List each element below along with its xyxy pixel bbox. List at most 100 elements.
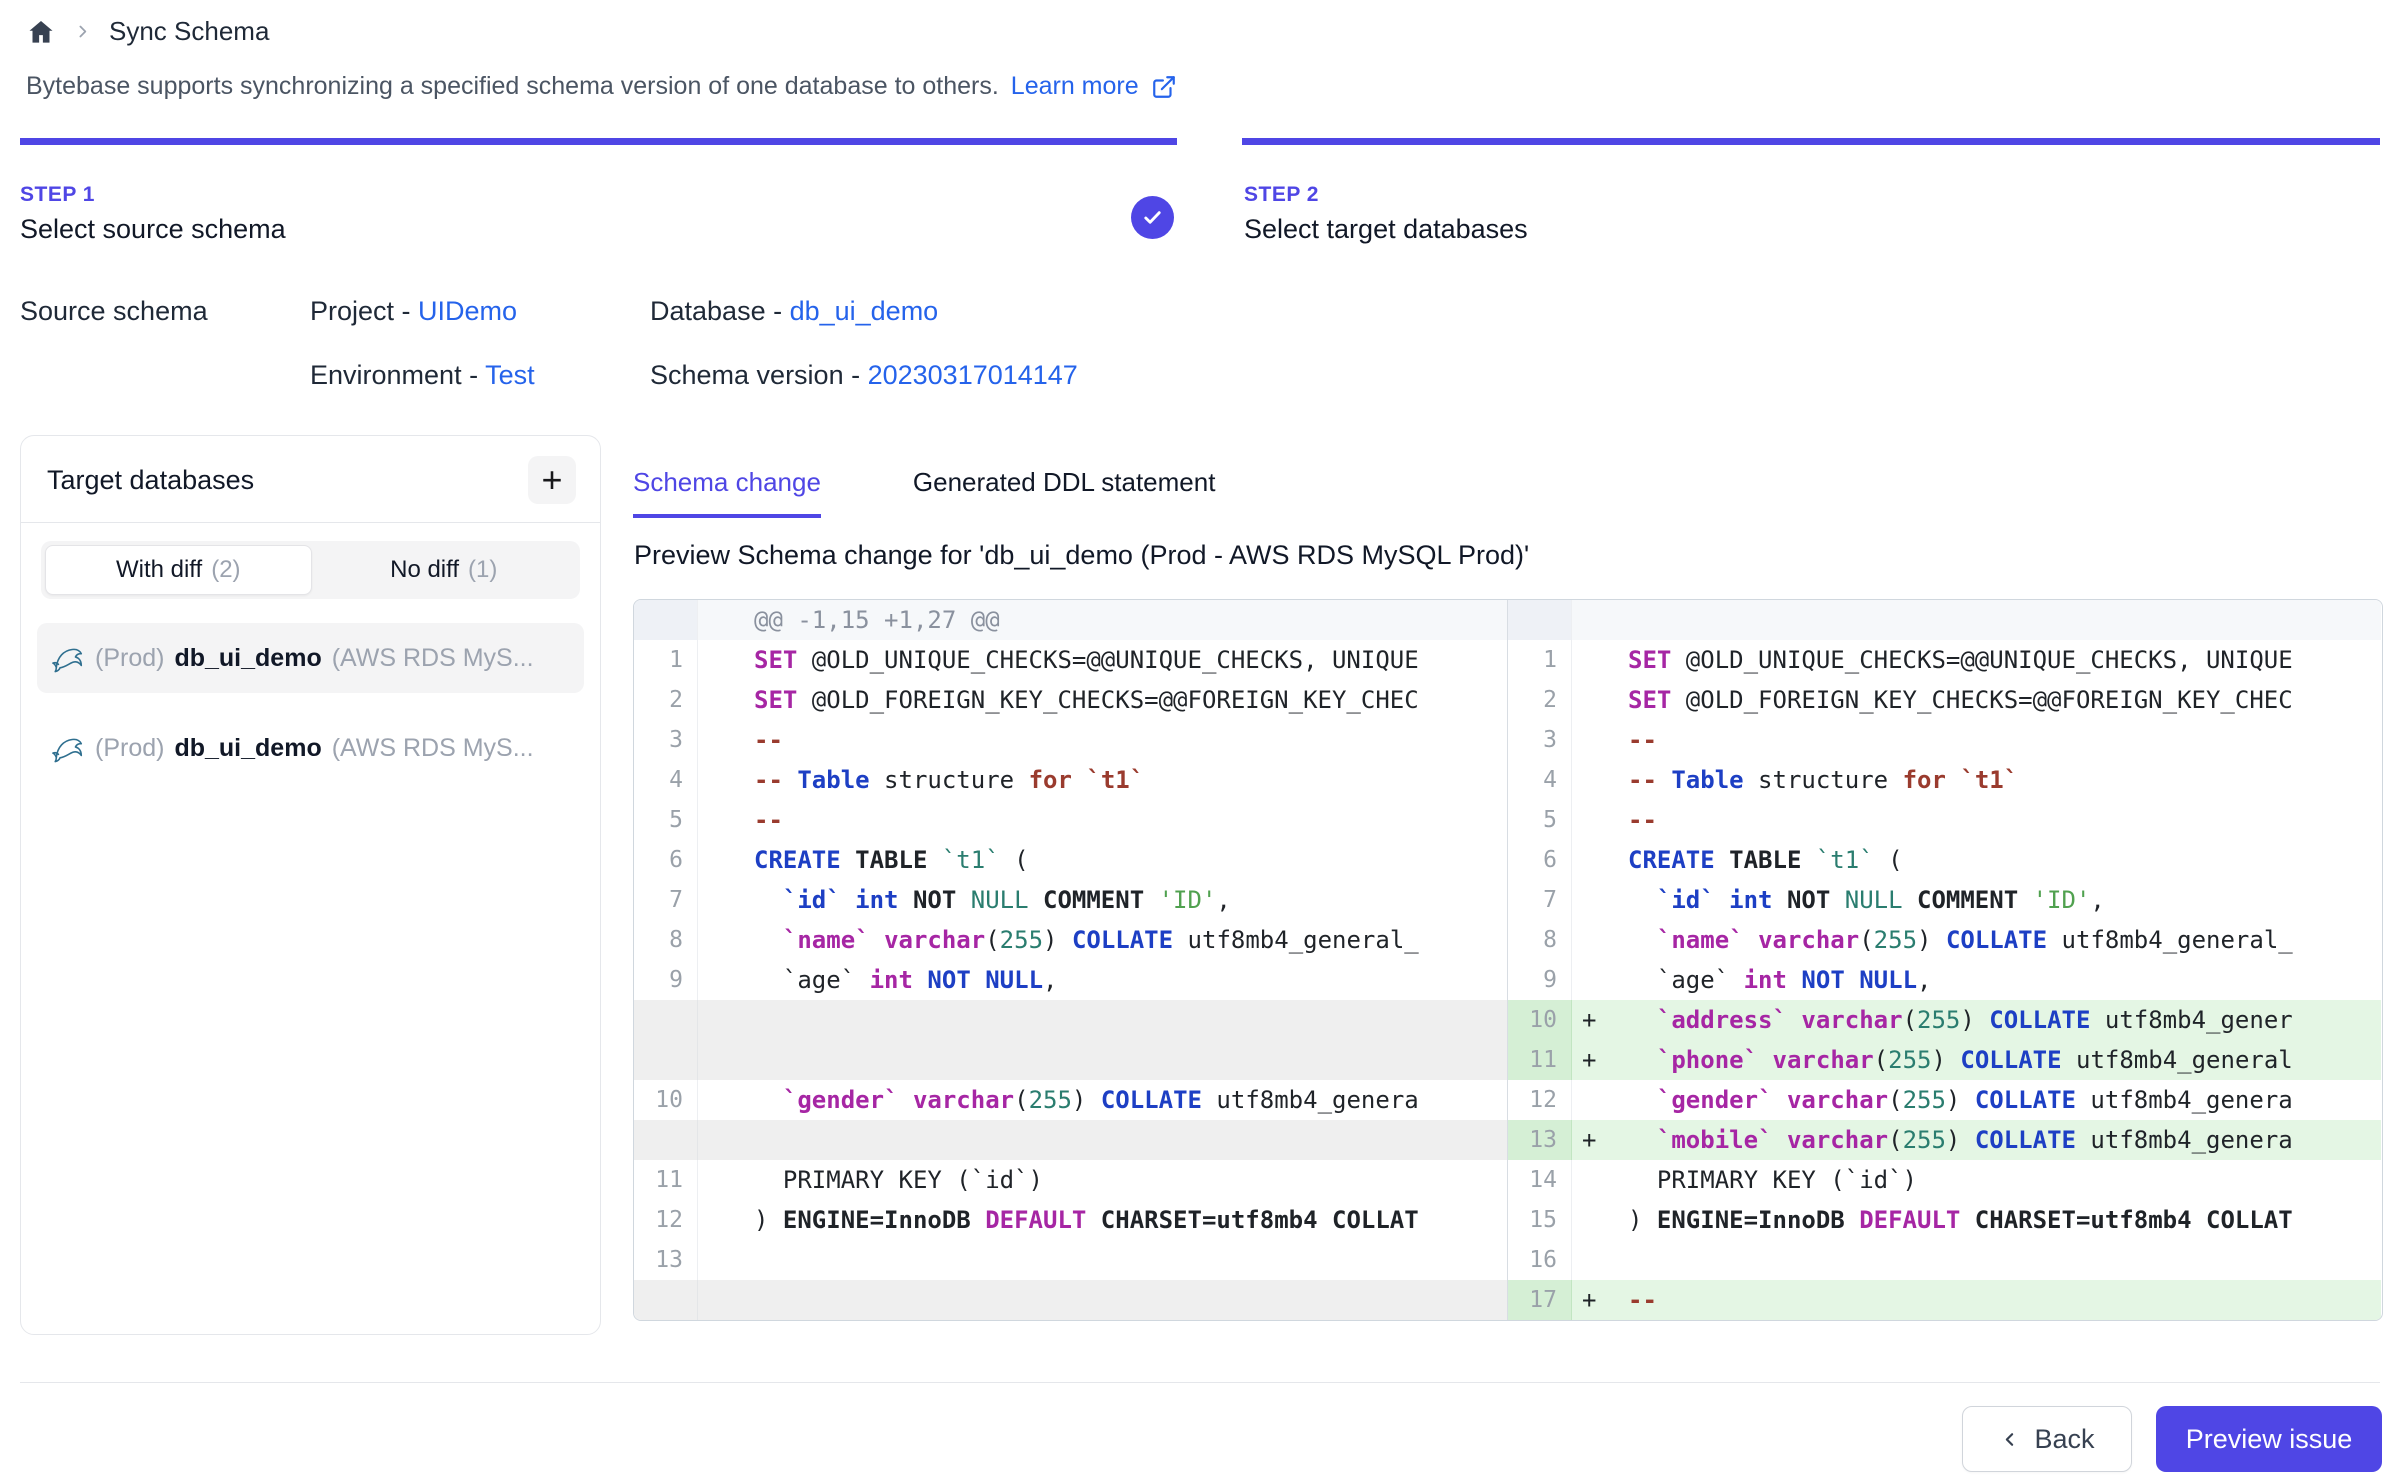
code-token: 255 [1903, 1086, 1946, 1114]
environment-link[interactable]: Test [485, 360, 535, 390]
code-token: , [2090, 886, 2104, 914]
code-token: TABLE [1715, 846, 1816, 874]
tab-generated-ddl[interactable]: Generated DDL statement [913, 467, 1216, 518]
tab-no-diff[interactable]: No diff (1) [312, 545, 577, 595]
diff-pane-source: @@ -1,15 +1,27 @@1SET @OLD_UNIQUE_CHECKS… [634, 600, 1508, 1320]
diff-sign [698, 800, 734, 840]
code-token: SET [754, 686, 797, 714]
line-number: 10 [1508, 1000, 1572, 1040]
diff-code-row: 9 `age` int NOT NULL, [1508, 960, 2381, 1000]
code-line: -- [734, 800, 1507, 840]
line-number: 11 [634, 1160, 698, 1200]
code-token: COLLATE [1946, 926, 2047, 954]
project-link[interactable]: UIDemo [418, 296, 517, 326]
line-number: 12 [1508, 1080, 1572, 1120]
target-database-list: (Prod) db_ui_demo (AWS RDS MyS... (Prod) … [37, 623, 584, 783]
target-databases-header: Target databases + [21, 436, 600, 522]
diff-code-row: 13+ `mobile` varchar(255) COLLATE utf8mb… [1508, 1120, 2381, 1160]
diff-sign [698, 680, 734, 720]
code-token [1628, 1006, 1657, 1034]
code-token: `gender` [783, 1086, 899, 1114]
code-token: @OLD_FOREIGN_KEY_CHECKS=@@FOREIGN_KEY_CH… [797, 686, 1418, 714]
line-number: 8 [634, 920, 698, 960]
target-database-item[interactable]: (Prod) db_ui_demo (AWS RDS MyS... [37, 623, 584, 693]
diff-code-row: 4-- Table structure for `t1` [634, 760, 1507, 800]
line-number: 9 [634, 960, 698, 1000]
code-token: @OLD_UNIQUE_CHECKS=@@UNIQUE_CHECKS, UNIQ… [1671, 646, 2292, 674]
code-token: `t1` [1072, 766, 1144, 794]
code-token: varchar [1787, 1126, 1888, 1154]
code-token: CHARSET=utf8mb4 COLLAT [1960, 1206, 2292, 1234]
step1-completed-badge [1131, 196, 1174, 239]
code-line: SET @OLD_FOREIGN_KEY_CHECKS=@@FOREIGN_KE… [1608, 680, 2381, 720]
diff-code-row: 1SET @OLD_UNIQUE_CHECKS=@@UNIQUE_CHECKS,… [1508, 640, 2381, 680]
line-number [634, 1040, 698, 1080]
code-token: utf8mb4_general_ [2047, 926, 2293, 954]
diff-sign [1572, 600, 1608, 640]
code-token: PRIMARY KEY (`id`) [754, 1166, 1043, 1194]
preview-heading: Preview Schema change for 'db_ui_demo (P… [634, 540, 1529, 571]
add-target-database-button[interactable]: + [528, 456, 576, 504]
code-token: SET [754, 646, 797, 674]
code-token: `id` [783, 886, 841, 914]
diff-code-row: 8 `name` varchar(255) COLLATE utf8mb4_ge… [634, 920, 1507, 960]
diff-sign [1572, 640, 1608, 680]
diff-hunk-header-row: @@ -1,15 +1,27 @@ [634, 600, 1507, 640]
code-token: utf8mb4_general [2062, 1046, 2293, 1074]
code-token: -- [1628, 1286, 1657, 1314]
code-token: 255 [1000, 926, 1043, 954]
project-label: Project - [310, 296, 418, 326]
tab-schema-change[interactable]: Schema change [633, 467, 821, 518]
code-token: COLLATE [1072, 926, 1173, 954]
preview-issue-button[interactable]: Preview issue [2156, 1406, 2382, 1472]
learn-more-link[interactable]: Learn more [1011, 72, 1139, 101]
step1-label: STEP 1 [20, 183, 95, 207]
diff-code-row: 12) ENGINE=InnoDB DEFAULT CHARSET=utf8mb… [634, 1200, 1507, 1240]
diff-pane-target: 1SET @OLD_UNIQUE_CHECKS=@@UNIQUE_CHECKS,… [1508, 600, 2381, 1320]
diff-code-row: 16 [1508, 1240, 2381, 1280]
database-link[interactable]: db_ui_demo [790, 296, 939, 326]
code-token: utf8mb4_gener [2090, 1006, 2292, 1034]
code-token [1787, 966, 1801, 994]
code-line: CREATE TABLE `t1` ( [1608, 840, 2381, 880]
home-icon[interactable] [26, 17, 56, 47]
external-link-icon[interactable] [1151, 74, 1177, 100]
line-number: 6 [1508, 840, 1572, 880]
code-token: ) [754, 1206, 783, 1234]
code-line: PRIMARY KEY (`id`) [1608, 1160, 2381, 1200]
code-line [1608, 1240, 2381, 1280]
schema-version-link[interactable]: 20230317014147 [868, 360, 1078, 390]
code-token: -- [1628, 806, 1657, 834]
tab-no-diff-label: No diff [390, 556, 459, 584]
diff-code-row: 9 `age` int NOT NULL, [634, 960, 1507, 1000]
code-line [734, 1000, 1507, 1040]
diff-sign [698, 960, 734, 1000]
code-line: -- [734, 720, 1507, 760]
back-button[interactable]: Back [1962, 1406, 2132, 1472]
diff-sign [698, 1000, 734, 1040]
diff-code-row: 2SET @OLD_FOREIGN_KEY_CHECKS=@@FOREIGN_K… [634, 680, 1507, 720]
diff-sign [1572, 720, 1608, 760]
code-token: 'ID' [2033, 886, 2091, 914]
line-number: 3 [1508, 720, 1572, 760]
diff-gap-row [634, 1040, 1507, 1080]
line-number: 7 [634, 880, 698, 920]
tab-with-diff[interactable]: With diff (2) [45, 545, 312, 595]
diff-gap-row [634, 1000, 1507, 1040]
code-token: -- [1628, 766, 1671, 794]
code-token: DEFAULT [985, 1206, 1086, 1234]
diff-hunk-header: @@ -1,15 +1,27 @@ [734, 600, 1507, 640]
divider [21, 522, 600, 523]
diff-code-row: 11 PRIMARY KEY (`id`) [634, 1160, 1507, 1200]
code-line: -- [1608, 800, 2381, 840]
back-button-label: Back [2034, 1424, 2094, 1455]
code-token: utf8mb4_general_ [1173, 926, 1419, 954]
step1-title: Select source schema [20, 214, 286, 245]
preview-issue-label: Preview issue [2186, 1424, 2353, 1455]
target-database-item[interactable]: (Prod) db_ui_demo (AWS RDS MyS... [37, 713, 584, 783]
code-line: `id` int NOT NULL COMMENT 'ID', [734, 880, 1507, 920]
code-token: COLLATE [1101, 1086, 1202, 1114]
step1-progress-bar [20, 138, 1177, 145]
database-environment: (Prod) [95, 734, 164, 763]
line-number: 8 [1508, 920, 1572, 960]
